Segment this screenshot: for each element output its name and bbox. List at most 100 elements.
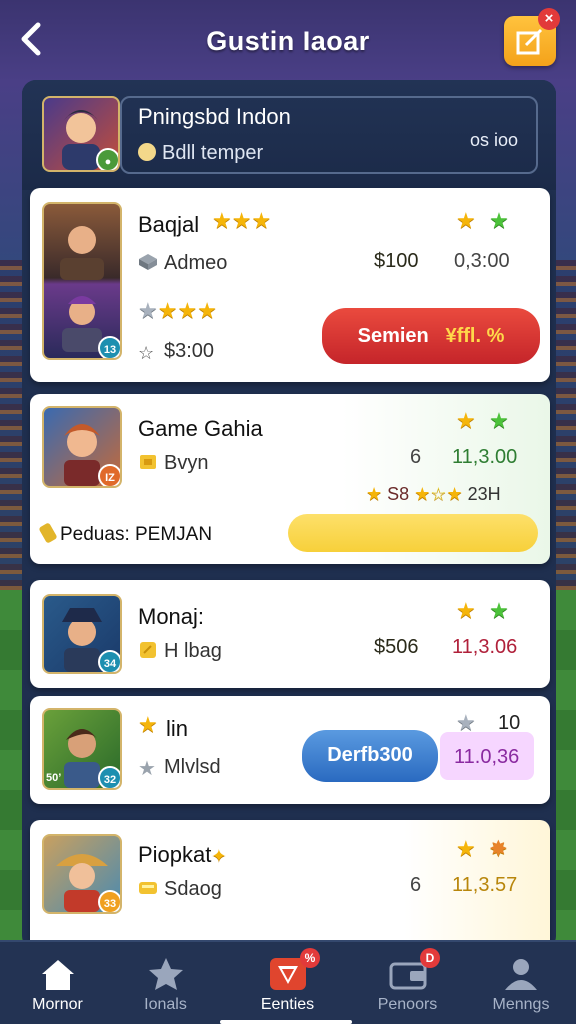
item-tag: H lbag — [138, 640, 222, 663]
profile-name: Pningsbd Indon — [138, 104, 291, 129]
profile-value: os ioo — [469, 130, 518, 150]
rating-icons: ★ ✸ — [456, 836, 508, 861]
character-avatar: IZ — [42, 406, 122, 488]
rating-icons: ★ ★ — [456, 408, 509, 433]
item-score: 11.0,36 — [454, 746, 520, 768]
rating-icons: ★ — [456, 710, 476, 735]
nav-item-home[interactable]: Mornor — [0, 942, 115, 1024]
item-tag: Sdaog — [138, 878, 222, 901]
profile-header: ● Pningsbd Indon Bdll temper os ioo — [22, 80, 556, 190]
gold-bar-icon — [139, 882, 157, 894]
nav-badge: % — [300, 948, 320, 968]
medal-icon — [140, 642, 156, 658]
profile-subtitle-text: Bdll temper — [162, 142, 264, 164]
claim-button[interactable]: Derfb300 — [302, 730, 438, 782]
star-gray-icon: ★ — [138, 758, 156, 780]
item-tag: Bvyn — [138, 452, 208, 475]
star-icon: ★ — [138, 712, 158, 737]
cube-icon — [139, 254, 157, 270]
list-item[interactable]: IZ Game Gahia Bvyn 6 ★ ★ 11,3.00 ★ S8 ★☆… — [30, 394, 550, 564]
level-label: 50’ — [46, 772, 62, 784]
rating-icons: ★ ★ — [456, 598, 509, 623]
item-price: $506 — [374, 636, 419, 658]
item-name: Monaj: — [138, 604, 205, 629]
nav-item-wallet[interactable]: D Penoors — [350, 942, 465, 1024]
send-button[interactable]: Semien ¥ffl. % — [322, 308, 540, 364]
coin-icon — [138, 143, 156, 161]
bottom-nav: Mornor Ionals % Eenties D Penoors Menngs — [0, 940, 576, 1024]
item-sub-price: ☆ $3:00 — [138, 340, 214, 363]
character-avatar: 50’ 32 — [42, 708, 122, 790]
rating-stars: ★★★★ — [138, 298, 217, 323]
rating-row: ★ S8 ★☆★ 23H — [366, 484, 501, 504]
home-indicator — [220, 1020, 352, 1024]
character-avatar: 33 — [42, 834, 122, 914]
item-name: Piopkat✦ — [138, 842, 226, 868]
sparkle-icon: ✦ — [211, 846, 227, 866]
coin-box-icon — [140, 455, 156, 469]
rating-stars: ★★★ — [212, 208, 272, 233]
home-icon — [41, 960, 74, 990]
item-tag-text: Bvyn — [164, 452, 209, 474]
star-outline-icon: ☆ — [138, 343, 155, 363]
nav-label: Penoors — [377, 996, 438, 1013]
item-count: 6 — [410, 446, 422, 468]
item-tag: ★ Mlvlsd — [138, 756, 221, 780]
nav-item-stars[interactable]: Ionals — [108, 942, 223, 1024]
send-button-extra: ¥ffl. % — [445, 325, 505, 347]
item-footer-label-text: Peduas: PEMJAN — [60, 524, 213, 545]
nav-badge: D — [420, 948, 440, 968]
item-score: 11,3.57 — [452, 874, 518, 896]
profile-subtitle: Bdll temper — [138, 142, 263, 165]
character-portrait-icon — [60, 226, 104, 352]
item-score: 11,3.00 — [452, 446, 518, 468]
page-title: Gustin Iaoar — [206, 26, 370, 56]
item-tag-text: Admeo — [164, 252, 228, 274]
level-badge: 34 — [98, 650, 120, 672]
notification-badge: × — [538, 8, 560, 30]
rating-row-value-2: 23H — [467, 484, 501, 504]
item-tag-text: H lbag — [164, 640, 222, 662]
level-badge: IZ — [98, 464, 120, 486]
star-icon — [148, 958, 183, 990]
level-badge: 32 — [98, 766, 120, 788]
claim-button-label: Derfb300 — [327, 744, 413, 766]
main-panel: ● Pningsbd Indon Bdll temper os ioo 13 B… — [22, 80, 556, 950]
item-sub-price-text: $3:00 — [164, 340, 215, 362]
list-item[interactable]: 50’ 32 ★ lin ★ Mlvlsd Derfb300 ★ 10 11.0,… — [30, 696, 550, 804]
header: Gustin Iaoar × — [0, 0, 576, 82]
edit-icon — [516, 28, 543, 55]
item-name: lin — [166, 716, 189, 741]
item-name-text: Piopkat — [138, 842, 212, 867]
nav-label: Eenties — [260, 996, 315, 1013]
profile-icon — [505, 959, 537, 990]
list-item[interactable]: 33 Piopkat✦ Sdaog 6 ★ ✸ 11,3.57 — [30, 820, 550, 950]
item-tag-text: Mlvlsd — [164, 756, 221, 778]
top-value: 10 — [498, 712, 521, 734]
item-count: 6 — [410, 874, 422, 896]
coin-icon — [38, 522, 58, 544]
item-tag: Admeo — [138, 252, 227, 275]
level-badge: 33 — [98, 890, 120, 912]
item-name: Game Gahia — [138, 416, 263, 441]
level-badge: ● — [96, 148, 118, 170]
item-name: Baqjal — [138, 212, 200, 237]
item-score: 0,3:00 — [454, 250, 510, 272]
character-avatar: 34 — [42, 594, 122, 674]
nav-item-profile[interactable]: Menngs — [466, 942, 576, 1024]
nav-label: Menngs — [492, 996, 550, 1013]
nav-label: Ionals — [144, 996, 187, 1013]
item-footer-label: Peduas: PEMJAN — [38, 522, 213, 546]
progress-bar — [288, 514, 538, 552]
nav-label: Mornor — [32, 996, 83, 1013]
profile-avatar[interactable]: ● — [42, 96, 120, 172]
character-avatar: 13 — [42, 202, 122, 360]
list-item[interactable]: 13 Baqjal ★★★ Admeo $100 ★ ★ 0,3:00 ★★★★… — [30, 188, 550, 382]
send-button-label: Semien — [357, 325, 429, 347]
list-item[interactable]: 34 Monaj: H lbag $506 ★ ★ 11,3.06 — [30, 580, 550, 688]
item-price: $100 — [374, 250, 419, 272]
rating-row-value: S8 — [387, 484, 410, 504]
item-tag-text: Sdaog — [164, 878, 222, 900]
item-score: 11,3.06 — [452, 636, 518, 658]
nav-item-entries[interactable]: % Eenties — [230, 942, 345, 1024]
